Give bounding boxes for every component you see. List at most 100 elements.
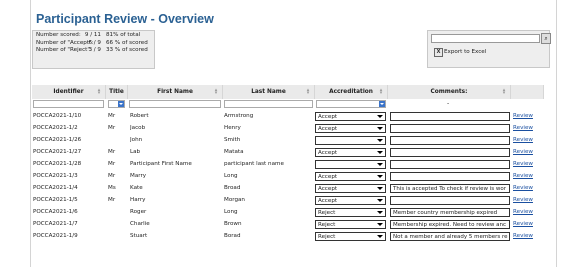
column-header-last-name[interactable]: Last Name ▴ ▾	[223, 85, 315, 99]
cell-last-name: Long	[224, 209, 238, 215]
accreditation-value: Accept	[318, 186, 338, 192]
cell-first-name: Jacob	[130, 125, 146, 131]
cell-last-name: Matata	[224, 149, 244, 155]
review-link[interactable]: Review	[513, 231, 533, 242]
column-label: Title	[109, 89, 124, 95]
stat-percent: 81% of total	[106, 32, 141, 38]
cell-title	[108, 219, 126, 230]
accreditation-select[interactable]: Accept	[315, 196, 386, 205]
column-header-comments[interactable]: Comments: ▴ ▾	[388, 85, 511, 99]
accreditation-select[interactable]: Reject	[315, 208, 386, 217]
accreditation-select[interactable]	[315, 160, 386, 169]
comment-input[interactable]: This is accepted To check if review is w…	[390, 184, 510, 193]
table-row: POCCA2021-1/7 Charlie Brown Reject Membershi…	[32, 219, 544, 230]
filter-first-name-input[interactable]	[129, 100, 221, 108]
stats-panel: Number scored: 9 / 11 81% of total Numbe…	[32, 30, 155, 69]
filter-comments-placeholder: -	[447, 100, 450, 107]
table-row: POCCA2021-1/28 Mr Participant First Name pa…	[32, 159, 544, 170]
cell-first-name: Robert	[130, 113, 149, 119]
cell-title: Mr	[108, 125, 116, 131]
review-link[interactable]: Review	[513, 171, 533, 182]
cell-first-name: Lab	[130, 149, 141, 155]
stat-row-accept: Number of "Accept": 6 / 9 66 % of scored	[36, 40, 154, 48]
review-link[interactable]: Review	[513, 183, 533, 194]
review-link[interactable]: Review	[513, 219, 533, 230]
cell-title: Mr	[108, 149, 116, 155]
cell-last-name: participant last name	[224, 161, 284, 167]
cell-identifier: POCCA2021-1/27	[33, 149, 82, 155]
filter-last-name-input[interactable]	[224, 100, 313, 108]
comment-input[interactable]	[390, 196, 510, 205]
excel-icon[interactable]: X	[434, 48, 443, 57]
chevron-down-icon	[377, 235, 383, 238]
search-input[interactable]	[431, 34, 540, 43]
accreditation-select[interactable]: Accept	[315, 172, 386, 181]
accreditation-select[interactable]: Accept	[315, 112, 386, 121]
cell-first-name: Marry	[130, 173, 147, 179]
chevron-down-icon	[377, 151, 383, 154]
column-header-identifier[interactable]: Identifier ▴ ▾	[32, 85, 106, 99]
chevron-down-icon	[377, 223, 383, 226]
table-row: POCCA2021-1/4 Ms Kate Broad Accept This is ac…	[32, 183, 544, 194]
cell-title	[108, 207, 126, 218]
review-link[interactable]: Review	[513, 147, 533, 158]
review-link[interactable]: Review	[513, 135, 533, 146]
comment-input[interactable]	[390, 136, 510, 145]
export-to-excel-link[interactable]: Export to Excel	[444, 49, 486, 55]
table-row: POCCA2021-1/26 John Smith Review	[32, 135, 544, 146]
review-link[interactable]: Review	[513, 123, 533, 134]
accreditation-select[interactable]: Accept	[315, 184, 386, 193]
comment-input[interactable]: Membership expired. Need to review anc	[390, 220, 510, 229]
accreditation-select[interactable]: Reject	[315, 220, 386, 229]
chevron-down-icon	[377, 187, 383, 190]
review-link[interactable]: Review	[513, 207, 533, 218]
comment-input[interactable]	[390, 172, 510, 181]
accreditation-select[interactable]: Accept	[315, 124, 386, 133]
comment-input[interactable]	[390, 124, 510, 133]
sort-icon: ▴ ▾	[306, 87, 310, 96]
comment-input[interactable]: Not a member and already 5 members re	[390, 232, 510, 241]
comment-input[interactable]: Member country membership expired	[390, 208, 510, 217]
accreditation-value: Reject	[318, 222, 336, 228]
cell-identifier: POCCA2021-1/4	[33, 185, 78, 191]
cell-identifier: POCCA2021-1/2	[33, 125, 78, 131]
comment-input[interactable]	[390, 112, 510, 121]
cell-identifier: POCCA2021-1/6	[33, 209, 78, 215]
stat-percent: 33 % of scored	[106, 47, 148, 54]
table-row: POCCA2021-1/2 Mr Jacob Henry Accept Review	[32, 123, 544, 134]
column-header-title[interactable]: Title	[106, 85, 128, 99]
page-title: Participant Review - Overview	[36, 12, 214, 26]
filter-title-select[interactable]	[108, 100, 125, 108]
filter-identifier-input[interactable]	[33, 100, 104, 108]
accreditation-select[interactable]	[315, 136, 386, 145]
review-link[interactable]: Review	[513, 159, 533, 170]
review-link[interactable]: Review	[513, 195, 533, 206]
filter-accreditation-select[interactable]	[316, 100, 386, 108]
cell-last-name: Morgan	[224, 197, 245, 203]
cell-first-name: Roger	[130, 209, 147, 215]
column-label: Identifier	[53, 89, 84, 95]
chevron-down-icon	[118, 101, 124, 107]
accreditation-value: Reject	[318, 210, 336, 216]
accreditation-select[interactable]: Accept	[315, 148, 386, 157]
column-header-first-name[interactable]: First Name ▴ ▾	[128, 85, 223, 99]
column-header-actions	[511, 85, 544, 99]
comment-input[interactable]	[390, 148, 510, 157]
comment-input[interactable]	[390, 160, 510, 169]
chevron-down-icon	[377, 127, 383, 130]
table-row: POCCA2021-1/27 Mr Lab Matata Accept Review	[32, 147, 544, 158]
accreditation-select[interactable]: Reject	[315, 232, 386, 241]
stat-percent: 66 % of scored	[106, 39, 148, 46]
column-header-accreditation[interactable]: Accreditation ▴ ▾	[315, 85, 388, 99]
stat-row-scored: Number scored: 9 / 11 81% of total	[36, 32, 154, 40]
accreditation-value: Accept	[318, 174, 338, 180]
cell-identifier: POCCA2021-1/9	[33, 233, 78, 239]
sort-icon: ▴ ▾	[214, 87, 218, 96]
cell-last-name: Long	[224, 173, 238, 179]
stat-count: 9 / 11	[84, 32, 101, 38]
review-link[interactable]: Review	[513, 111, 533, 122]
search-icon[interactable]: ⌕	[541, 33, 551, 44]
cell-first-name: John	[130, 137, 143, 143]
sort-icon: ▴ ▾	[379, 87, 383, 96]
table-row: POCCA2021-1/3 Mr Marry Long Accept Review	[32, 171, 544, 182]
